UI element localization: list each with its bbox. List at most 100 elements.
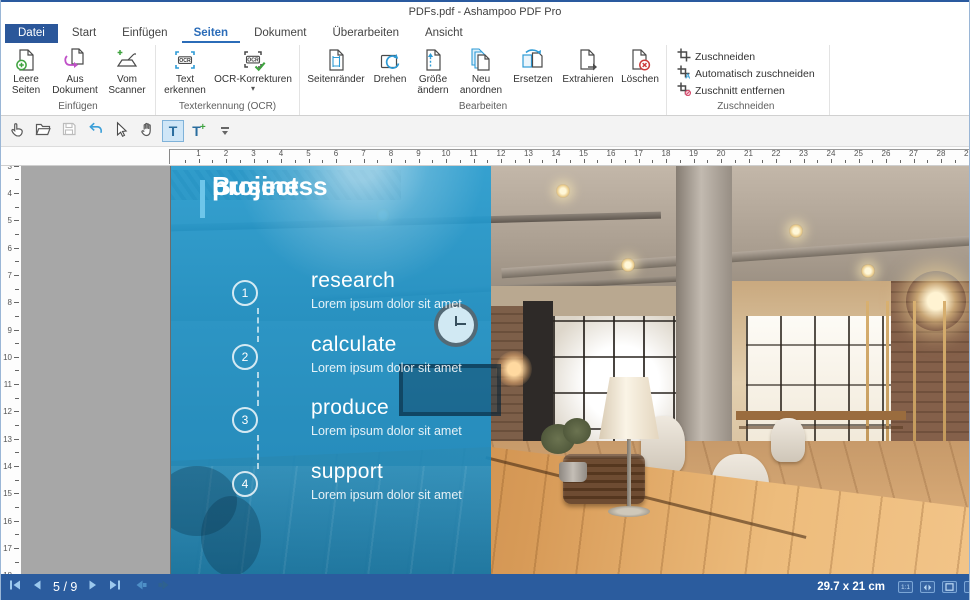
- chevron-down-icon[interactable]: ▾: [251, 85, 255, 92]
- next-view-button[interactable]: [157, 578, 171, 596]
- ruler-h-tick: [405, 160, 406, 163]
- previous-page-button[interactable]: [31, 578, 42, 596]
- photo-spotlight: [789, 224, 803, 238]
- ruler-h-tick: [597, 160, 598, 163]
- ruler-h-tick: [804, 159, 805, 163]
- ruler-h-tick: [377, 160, 378, 163]
- undo-button[interactable]: [84, 120, 106, 142]
- ruler-h-tick: [927, 160, 928, 163]
- ruler-v-tick: [14, 166, 19, 167]
- document-canvas[interactable]: Business project 1 research Lorem ipsum …: [21, 166, 970, 574]
- vom-scanner-button[interactable]: Vom Scanner: [104, 46, 150, 97]
- ruler-h-tick: [900, 160, 901, 163]
- next-page-button[interactable]: [88, 578, 99, 596]
- ruler-v-tick: [15, 425, 19, 426]
- first-page-button[interactable]: [9, 578, 22, 596]
- zoom-fit-page-button[interactable]: [942, 581, 957, 593]
- ruler-h-tick: [419, 159, 420, 163]
- automatisch-zuschneiden-button[interactable]: A Automatisch zuschneiden: [677, 66, 815, 82]
- document-page[interactable]: Business project 1 research Lorem ipsum …: [171, 166, 970, 574]
- photo-spotlight: [556, 184, 570, 198]
- tab-einfuegen[interactable]: Einfügen: [110, 24, 179, 43]
- text-erkennen-label: Text erkennen: [163, 74, 207, 96]
- text-erkennen-button[interactable]: OCR Text erkennen: [161, 46, 209, 97]
- ruler-horizontal: 1234567891011121314151617181920212223242…: [1, 147, 969, 166]
- ribbon: Leere Seiten Aus Dokument: [1, 45, 969, 116]
- zoom-extra-button[interactable]: [964, 581, 970, 593]
- ruler-v-tick: [15, 179, 19, 180]
- quick-toolbar: T T+: [1, 116, 969, 147]
- tab-start[interactable]: Start: [60, 24, 108, 43]
- ruler-v-tick: [15, 398, 19, 399]
- groesse-aendern-button[interactable]: Größe ändern: [413, 46, 453, 97]
- loeschen-button[interactable]: Löschen: [619, 46, 661, 86]
- ruler-h-tick: [872, 160, 873, 163]
- ocr-glyph-text: OCR: [179, 58, 191, 64]
- page-current: 5: [53, 580, 60, 594]
- neu-anordnen-button[interactable]: Neu anordnen: [456, 46, 506, 97]
- undo-icon: [86, 120, 104, 143]
- zoom-fit-width-button[interactable]: [920, 581, 935, 593]
- slide-title-line2: project: [212, 172, 299, 200]
- leere-seiten-button[interactable]: Leere Seiten: [6, 46, 46, 97]
- step-connector: [257, 308, 259, 342]
- last-page-button[interactable]: [108, 578, 121, 596]
- ruler-h-number: 19: [686, 149, 702, 158]
- save-button[interactable]: [58, 120, 80, 142]
- tab-ueberarbeiten[interactable]: Überarbeiten: [321, 24, 411, 43]
- extrahieren-button[interactable]: Extrahieren: [560, 46, 616, 86]
- ruler-h-tick: [707, 160, 708, 163]
- ruler-v-tick: [15, 343, 19, 344]
- ruler-h-number: 15: [576, 149, 592, 158]
- ruler-h-tick: [735, 160, 736, 163]
- tab-ansicht[interactable]: Ansicht: [413, 24, 475, 43]
- seitenraender-button[interactable]: Seitenränder: [305, 46, 367, 86]
- window-title: PDFs.pdf - Ashampoo PDF Pro: [409, 6, 562, 18]
- group-label-bearbeiten: Bearbeiten: [305, 101, 661, 115]
- ruler-h-tick: [474, 159, 475, 163]
- ersetzen-button[interactable]: Ersetzen: [509, 46, 557, 86]
- ruler-v-number: 5: [2, 216, 12, 225]
- ruler-h-tick: [941, 159, 942, 163]
- zuschneiden-button[interactable]: Zuschneiden: [677, 49, 815, 65]
- ruler-v-tick: [14, 248, 19, 249]
- scanner-add-icon: [114, 47, 140, 73]
- aus-dokument-button[interactable]: Aus Dokument: [49, 46, 101, 97]
- ruler-v-tick: [14, 275, 19, 276]
- select-tool[interactable]: [110, 120, 132, 142]
- step-number-3: 3: [232, 407, 258, 433]
- ruler-h-tick: [432, 160, 433, 163]
- ruler-h-number: 27: [906, 149, 922, 158]
- ruler-h-number: 16: [603, 149, 619, 158]
- ruler-h-tick: [859, 159, 860, 163]
- ruler-h-tick: [446, 159, 447, 163]
- pan-tool[interactable]: [136, 120, 158, 142]
- ruler-h-tick: [817, 160, 818, 163]
- ruler-v-number: 6: [2, 244, 12, 253]
- ruler-vertical: 3456789101112131415161718: [1, 166, 21, 574]
- tab-seiten[interactable]: Seiten: [182, 24, 241, 43]
- step-connector: [257, 435, 259, 469]
- replace-icon: [520, 47, 546, 73]
- ocr-korrekturen-button[interactable]: OCR OCR-Korrekturen ▾: [212, 46, 294, 93]
- zoom-actual-size-button[interactable]: 1:1: [898, 581, 913, 593]
- zuschnitt-entfernen-button[interactable]: Zuschnitt entfernen: [677, 83, 815, 99]
- photo-spotlight: [621, 258, 635, 272]
- text-tool[interactable]: T: [162, 120, 184, 142]
- tab-dokument[interactable]: Dokument: [242, 24, 318, 43]
- ruler-h-tick: [515, 160, 516, 163]
- neu-anordnen-label: Neu anordnen: [458, 74, 504, 96]
- page-separator: /: [63, 580, 66, 594]
- ruler-v-number: 3: [2, 166, 12, 171]
- tab-datei[interactable]: Datei: [5, 24, 58, 43]
- ruler-h-tick: [845, 160, 846, 163]
- open-file-button[interactable]: [32, 120, 54, 142]
- previous-view-button[interactable]: [134, 578, 148, 596]
- toolbar-overflow-button[interactable]: [214, 120, 236, 142]
- ruler-h-number: 10: [438, 149, 454, 158]
- hand-pointer-tool[interactable]: [6, 120, 28, 142]
- drehen-button[interactable]: Drehen: [370, 46, 410, 86]
- ruler-v-tick: [15, 370, 19, 371]
- add-text-tool[interactable]: T+: [188, 120, 210, 142]
- ruler-h-number: 26: [878, 149, 894, 158]
